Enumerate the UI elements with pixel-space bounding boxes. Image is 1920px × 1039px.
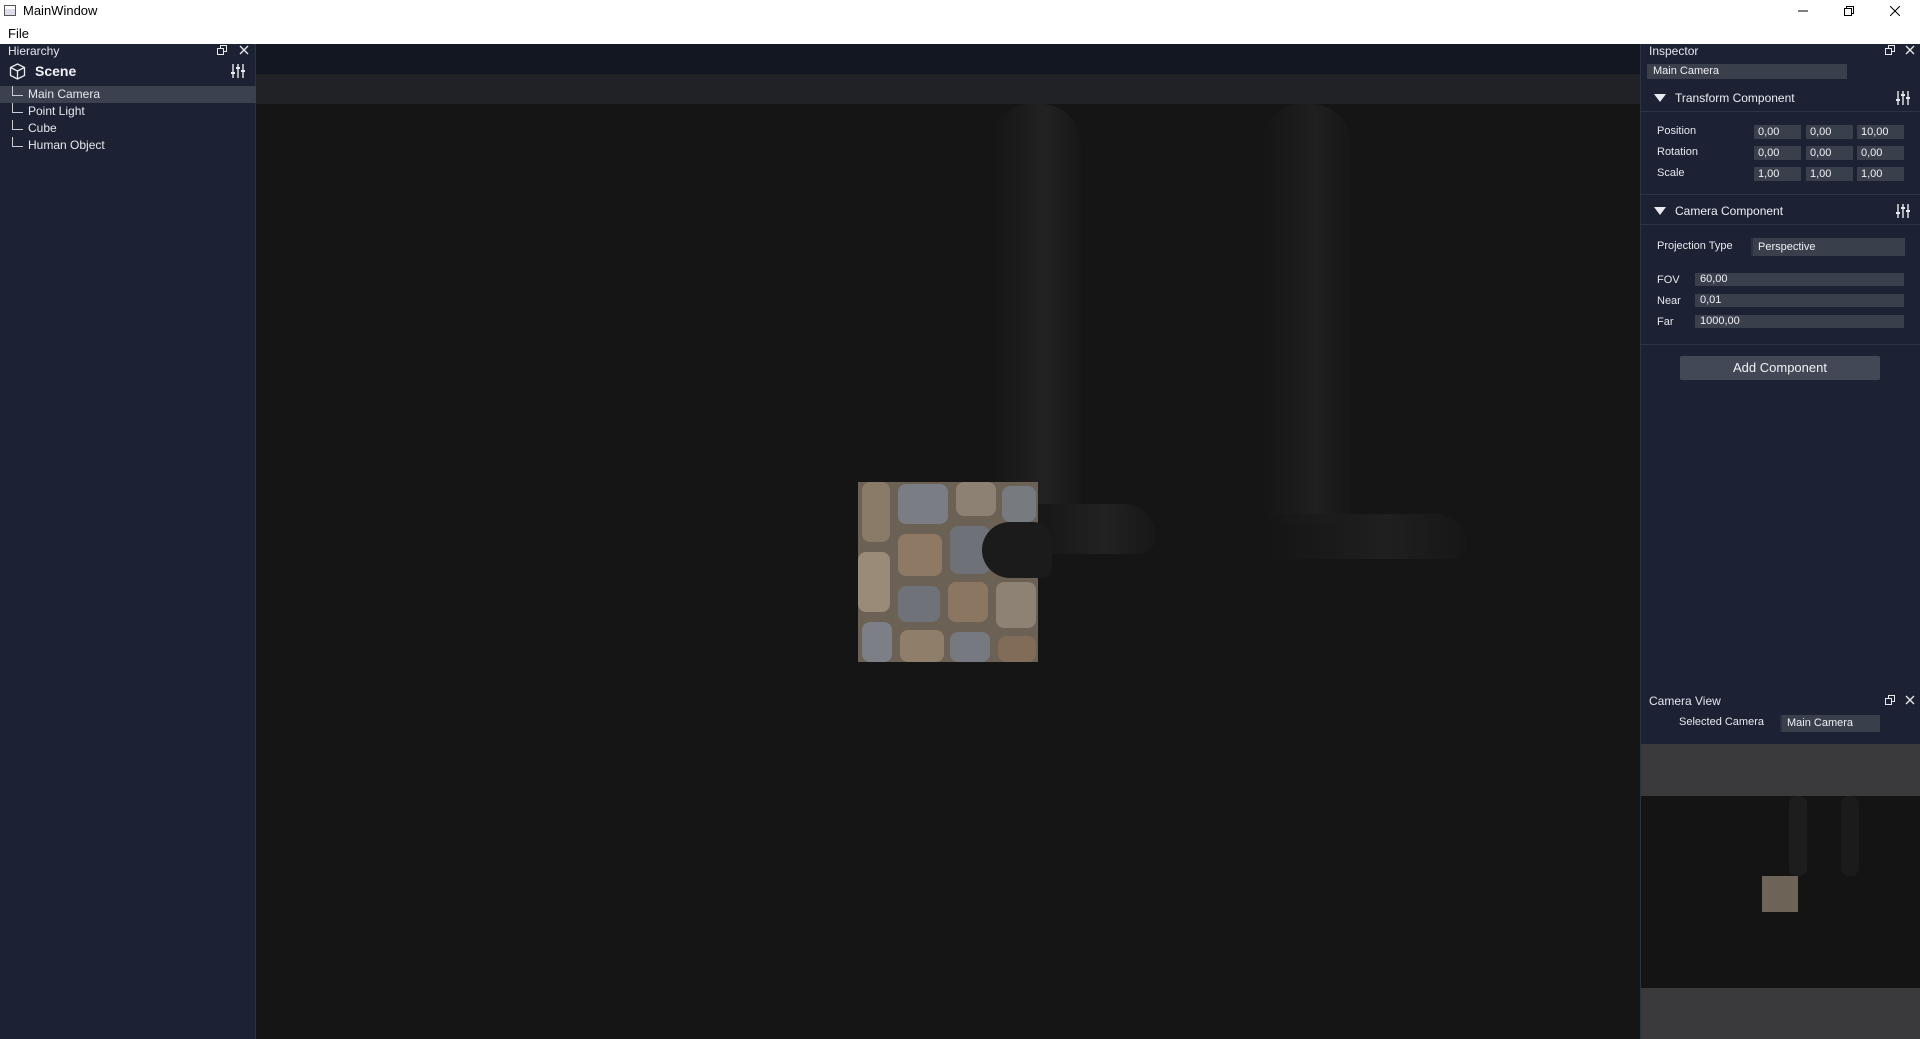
preview-right-leg	[1841, 796, 1859, 876]
sliders-icon[interactable]	[1895, 90, 1911, 106]
projection-type-select[interactable]: Perspective	[1751, 238, 1905, 256]
near-field[interactable]: 0,01	[1695, 294, 1904, 307]
far-label: Far	[1657, 316, 1674, 328]
hierarchy-panel: Hierarchy Scene Main Camera Point Light	[0, 44, 256, 1039]
close-window-button[interactable]	[1872, 0, 1918, 22]
rotation-label: Rotation	[1657, 146, 1698, 158]
sliders-icon[interactable]	[1895, 203, 1911, 219]
scale-x-field[interactable]: 1,00	[1754, 167, 1801, 181]
near-label: Near	[1657, 295, 1681, 307]
divider	[1641, 111, 1920, 112]
menu-file[interactable]: File	[8, 26, 29, 41]
tree-item-main-camera[interactable]: Main Camera	[0, 86, 256, 103]
scene-label: Scene	[35, 63, 77, 79]
hierarchy-tree: Main Camera Point Light Cube Human Objec…	[0, 86, 256, 154]
rotation-z-field[interactable]: 0,00	[1857, 146, 1904, 160]
float-icon[interactable]	[217, 45, 227, 55]
divider	[1641, 194, 1920, 195]
close-icon[interactable]	[1905, 695, 1915, 705]
scale-z-field[interactable]: 1,00	[1857, 167, 1904, 181]
rotation-y-field[interactable]: 0,00	[1806, 146, 1853, 160]
float-icon[interactable]	[1885, 695, 1895, 705]
scale-y-field[interactable]: 1,00	[1806, 167, 1853, 181]
far-field[interactable]: 1000,00	[1695, 315, 1904, 328]
rotation-x-field[interactable]: 0,00	[1754, 146, 1801, 160]
sliders-icon[interactable]	[230, 63, 246, 79]
camera-view-panel: Camera View Selected Camera Main Camera	[1640, 692, 1920, 1039]
human-toes	[982, 522, 1052, 578]
scene-row[interactable]: Scene	[0, 60, 256, 82]
add-component-button[interactable]: Add Component	[1680, 356, 1880, 380]
camera-component-header[interactable]: Camera Component	[1641, 200, 1920, 222]
human-right-leg	[1261, 104, 1351, 524]
minimize-icon	[1798, 10, 1808, 12]
divider	[1641, 344, 1920, 345]
position-y-field[interactable]: 0,00	[1806, 125, 1853, 139]
scene-viewport[interactable]	[256, 44, 1640, 1039]
inspector-title: Inspector	[1649, 44, 1699, 58]
restore-icon	[1844, 6, 1854, 16]
tree-item-point-light[interactable]: Point Light	[0, 103, 256, 120]
divider	[1641, 224, 1920, 225]
human-right-foot	[1266, 514, 1466, 559]
preview-top-band	[1641, 744, 1920, 796]
hierarchy-header: Hierarchy	[0, 44, 255, 58]
tree-branch	[12, 86, 23, 96]
human-left-leg	[991, 104, 1081, 524]
collapse-triangle-icon[interactable]	[1654, 207, 1666, 215]
selected-camera-label: Selected Camera	[1679, 716, 1764, 728]
app-icon	[4, 5, 16, 16]
transform-component-header[interactable]: Transform Component	[1641, 87, 1920, 109]
tree-item-label: Main Camera	[28, 87, 101, 101]
viewport-top-strip	[256, 44, 1640, 74]
preview-bottom-band	[1641, 988, 1920, 1039]
tree-branch	[12, 137, 23, 147]
float-icon[interactable]	[1885, 45, 1895, 55]
inspector-panel: Inspector Main Camera Transform Componen…	[1640, 44, 1920, 692]
fov-field[interactable]: 60,00	[1695, 273, 1904, 286]
inspector-header: Inspector	[1641, 44, 1920, 58]
camera-component-title: Camera Component	[1675, 204, 1784, 218]
cube-icon	[9, 63, 26, 80]
fov-label: FOV	[1657, 274, 1680, 286]
restore-button[interactable]	[1826, 0, 1872, 22]
close-icon[interactable]	[239, 45, 249, 55]
tree-branch	[12, 120, 23, 130]
camera-preview	[1641, 744, 1920, 1039]
viewport-toolbar-strip	[256, 74, 1640, 104]
hierarchy-title: Hierarchy	[8, 44, 60, 58]
collapse-triangle-icon[interactable]	[1654, 94, 1666, 102]
tree-item-label: Point Light	[28, 104, 85, 118]
close-icon	[1890, 6, 1900, 16]
tree-branch	[12, 103, 23, 113]
transform-component-title: Transform Component	[1675, 91, 1795, 105]
tree-item-cube[interactable]: Cube	[0, 120, 256, 137]
tree-item-label: Human Object	[28, 138, 105, 152]
camera-view-title: Camera View	[1649, 694, 1721, 708]
tree-item-human-object[interactable]: Human Object	[0, 137, 256, 154]
close-icon[interactable]	[1905, 45, 1915, 55]
camera-view-header: Camera View	[1641, 694, 1920, 708]
menu-bar: File	[0, 22, 1920, 44]
selected-camera-select[interactable]: Main Camera	[1780, 715, 1880, 732]
preview-cube	[1762, 876, 1798, 912]
scale-label: Scale	[1657, 167, 1685, 179]
projection-type-label: Projection Type	[1657, 240, 1733, 252]
position-z-field[interactable]: 10,00	[1857, 125, 1904, 139]
tree-item-label: Cube	[28, 121, 57, 135]
title-bar: MainWindow	[0, 0, 1920, 22]
preview-left-leg	[1789, 796, 1807, 876]
position-x-field[interactable]: 0,00	[1754, 125, 1801, 139]
position-label: Position	[1657, 125, 1697, 137]
window-title: MainWindow	[23, 3, 98, 18]
minimize-button[interactable]	[1780, 0, 1826, 22]
object-name-field[interactable]: Main Camera	[1647, 64, 1847, 79]
